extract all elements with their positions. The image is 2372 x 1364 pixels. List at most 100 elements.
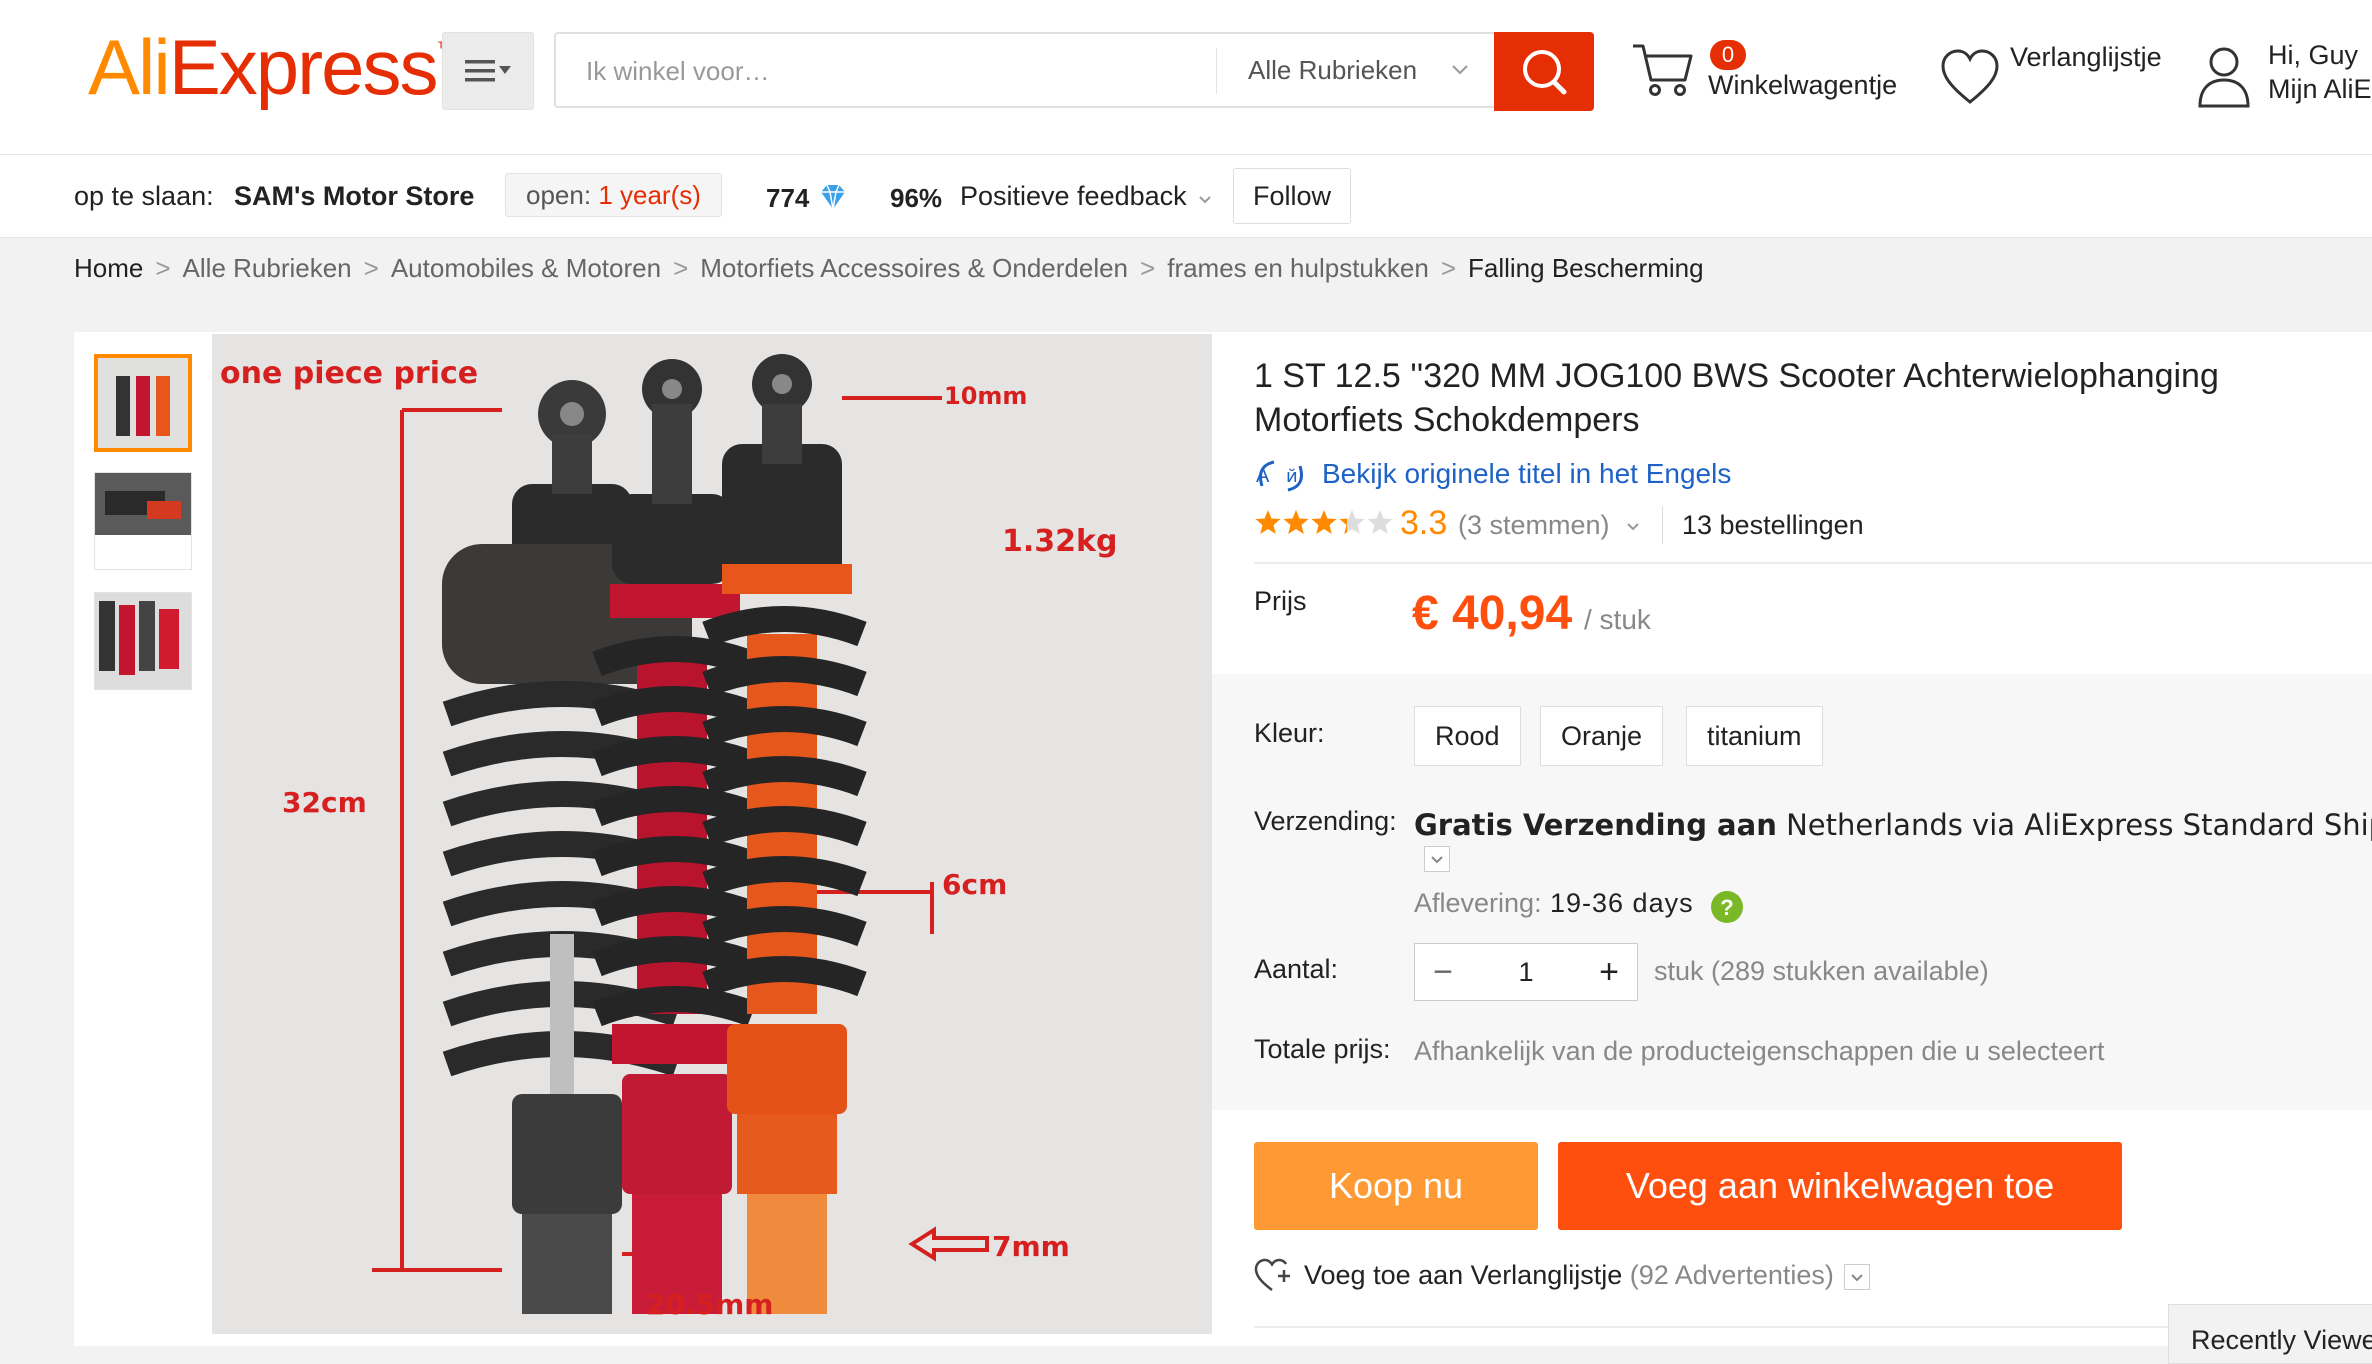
image-label-32cm: 32cm bbox=[282, 786, 367, 819]
menu-icon bbox=[465, 60, 511, 82]
image-label-weight: 1.32kg bbox=[1002, 524, 1118, 559]
wishlist-dropdown[interactable] bbox=[1844, 1264, 1870, 1290]
category-menu-button[interactable] bbox=[442, 32, 534, 110]
aliexpress-logo[interactable]: AliExpress™ bbox=[88, 22, 454, 113]
wishlist-link[interactable]: Verlanglijstje bbox=[2010, 42, 2162, 73]
feedback-percentage: 96% bbox=[890, 183, 943, 213]
color-label: Kleur: bbox=[1254, 718, 1325, 748]
total-price-value: Afhankelijk van de producteigenschappen … bbox=[1414, 1036, 2105, 1066]
chevron-down-icon bbox=[1431, 856, 1443, 864]
heart-plus-icon[interactable] bbox=[1254, 1258, 1294, 1294]
image-label-10mm: 10mm bbox=[944, 382, 1028, 410]
price-value: € 40,94 bbox=[1412, 587, 1573, 640]
chevron-down-icon[interactable] bbox=[1196, 191, 1214, 209]
buy-now-button[interactable]: Koop nu bbox=[1254, 1142, 1538, 1230]
thumbnail-1[interactable] bbox=[94, 354, 192, 452]
cart-count-badge: 0 bbox=[1710, 40, 1746, 70]
shipping-label: Verzending: bbox=[1254, 806, 1397, 836]
store-name-link[interactable]: SAM's Motor Store bbox=[234, 181, 474, 212]
chevron-down-icon bbox=[1452, 65, 1468, 75]
rating-votes[interactable]: (3 stemmen) bbox=[1458, 510, 1610, 541]
add-to-cart-button[interactable]: Voeg aan winkelwagen toe bbox=[1558, 1142, 2122, 1230]
quantity-available: stuk (289 stukken available) bbox=[1654, 956, 1989, 986]
rating-stars-icon bbox=[1255, 510, 1393, 534]
delivery-label: Aflevering: bbox=[1414, 888, 1542, 918]
search-category-select[interactable]: Alle Rubrieken bbox=[1248, 34, 1417, 106]
thumbnail-image bbox=[95, 473, 191, 535]
total-price-label: Totale prijs: bbox=[1254, 1034, 1391, 1064]
breadcrumb-separator: > bbox=[673, 253, 689, 283]
breadcrumb-separator: > bbox=[363, 253, 379, 283]
thumbnail-image bbox=[95, 593, 191, 689]
quantity-stepper: − 1 + bbox=[1414, 943, 1638, 1001]
orders-count: 13 bestellingen bbox=[1682, 510, 1864, 540]
quantity-input[interactable]: 1 bbox=[1471, 944, 1581, 1000]
recently-viewed-tab[interactable]: Recently Viewed bbox=[2168, 1304, 2372, 1364]
breadcrumb-home[interactable]: Home bbox=[74, 253, 143, 284]
cart-icon[interactable] bbox=[1630, 36, 1696, 102]
image-label-6cm: 6cm bbox=[942, 868, 1008, 901]
store-open-value: 1 year(s) bbox=[598, 180, 701, 210]
search-button[interactable] bbox=[1494, 32, 1594, 111]
add-to-wishlist-link[interactable]: Voeg toe aan Verlanglijstje (92 Adverten… bbox=[1304, 1260, 1834, 1291]
view-original-title-link[interactable]: Bekijk originele titel in het Engels bbox=[1322, 458, 1731, 490]
breadcrumb-separator: > bbox=[1140, 253, 1156, 283]
diamond-icon bbox=[821, 184, 845, 210]
quantity-label: Aantal: bbox=[1254, 954, 1339, 984]
shipping-destination: Netherlands via AliExpress Standard Ship… bbox=[1786, 808, 2372, 842]
store-rating: 774 bbox=[766, 183, 810, 213]
shipping-info: Gratis Verzending aan Netherlands via Al… bbox=[1414, 808, 2372, 842]
chevron-down-icon bbox=[1851, 1274, 1863, 1282]
search-box: Alle Rubrieken bbox=[554, 32, 1494, 108]
store-bar: op te slaan: SAM's Motor Store open: 1 y… bbox=[0, 155, 2372, 238]
thumbnail-image bbox=[98, 358, 188, 448]
image-label-7mm: 7mm bbox=[992, 1230, 1070, 1263]
heart-icon[interactable] bbox=[1940, 48, 2000, 106]
price-label: Prijs bbox=[1254, 586, 1307, 616]
shipping-dropdown[interactable] bbox=[1424, 846, 1450, 872]
breadcrumb: Home > Alle Rubrieken > Automobiles & Motore… bbox=[74, 253, 1704, 284]
breadcrumb-all-categories[interactable]: Alle Rubrieken bbox=[183, 253, 352, 284]
chevron-down-icon[interactable] bbox=[1624, 518, 1642, 536]
color-option-titanium[interactable]: titanium bbox=[1686, 706, 1823, 766]
delivery-value: 19-36 days bbox=[1550, 888, 1694, 918]
breadcrumb-automobiles[interactable]: Automobiles & Motoren bbox=[391, 253, 661, 284]
price-unit: / stuk bbox=[1584, 604, 1651, 635]
svg-text:A: A bbox=[1256, 465, 1270, 487]
thumbnail-2[interactable] bbox=[94, 472, 192, 570]
follow-button[interactable]: Follow bbox=[1233, 168, 1351, 224]
store-prefix: op te slaan: bbox=[74, 181, 214, 211]
wishlist-count: (92 Advertenties) bbox=[1629, 1260, 1834, 1290]
rating-divider bbox=[1662, 506, 1663, 544]
user-icon[interactable] bbox=[2196, 44, 2252, 108]
breadcrumb-separator: > bbox=[155, 253, 171, 283]
thumbnail-3[interactable] bbox=[94, 592, 192, 690]
add-to-wishlist-text: Voeg toe aan Verlanglijstje bbox=[1304, 1260, 1623, 1290]
product-title: 1 ST 12.5 ''320 MM JOG100 BWS Scooter Ac… bbox=[1254, 357, 2219, 439]
quantity-decrease-button[interactable]: − bbox=[1415, 944, 1471, 1000]
user-greeting[interactable]: Hi, Guy bbox=[2268, 40, 2358, 71]
svg-text:?: ? bbox=[1720, 895, 1733, 920]
translate-icon[interactable]: A й bbox=[1252, 456, 1310, 496]
store-open-label: open: bbox=[526, 180, 592, 210]
breadcrumb-frames[interactable]: frames en hulpstukken bbox=[1167, 253, 1429, 284]
logo-express: Express bbox=[168, 23, 439, 111]
breadcrumb-separator: > bbox=[1440, 253, 1456, 283]
cart-label[interactable]: Winkelwagentje bbox=[1708, 70, 1897, 101]
logo-ali: Ali bbox=[88, 23, 171, 111]
price-divider bbox=[1254, 562, 2372, 564]
svg-text:й: й bbox=[1286, 466, 1298, 487]
image-label-one-piece: one piece price bbox=[220, 356, 479, 391]
color-option-oranje[interactable]: Oranje bbox=[1540, 706, 1664, 766]
search-divider bbox=[1216, 48, 1217, 94]
my-account-link[interactable]: Mijn AliExpress bbox=[2268, 74, 2372, 105]
top-header: AliExpress™ Alle Rubrieken 0 Winkelwagen… bbox=[0, 0, 2372, 155]
shock-absorber-photo bbox=[212, 334, 1212, 1334]
product-main-image[interactable]: one piece price 10mm 1.32kg 32cm 6cm 7mm… bbox=[212, 334, 1212, 1334]
help-icon[interactable]: ? bbox=[1710, 890, 1744, 924]
feedback-label[interactable]: Positieve feedback bbox=[960, 181, 1187, 212]
breadcrumb-motorcycle-accessories[interactable]: Motorfiets Accessoires & Onderdelen bbox=[700, 253, 1128, 284]
quantity-increase-button[interactable]: + bbox=[1581, 944, 1637, 1000]
color-option-rood[interactable]: Rood bbox=[1414, 706, 1521, 766]
search-input[interactable] bbox=[584, 34, 1208, 108]
